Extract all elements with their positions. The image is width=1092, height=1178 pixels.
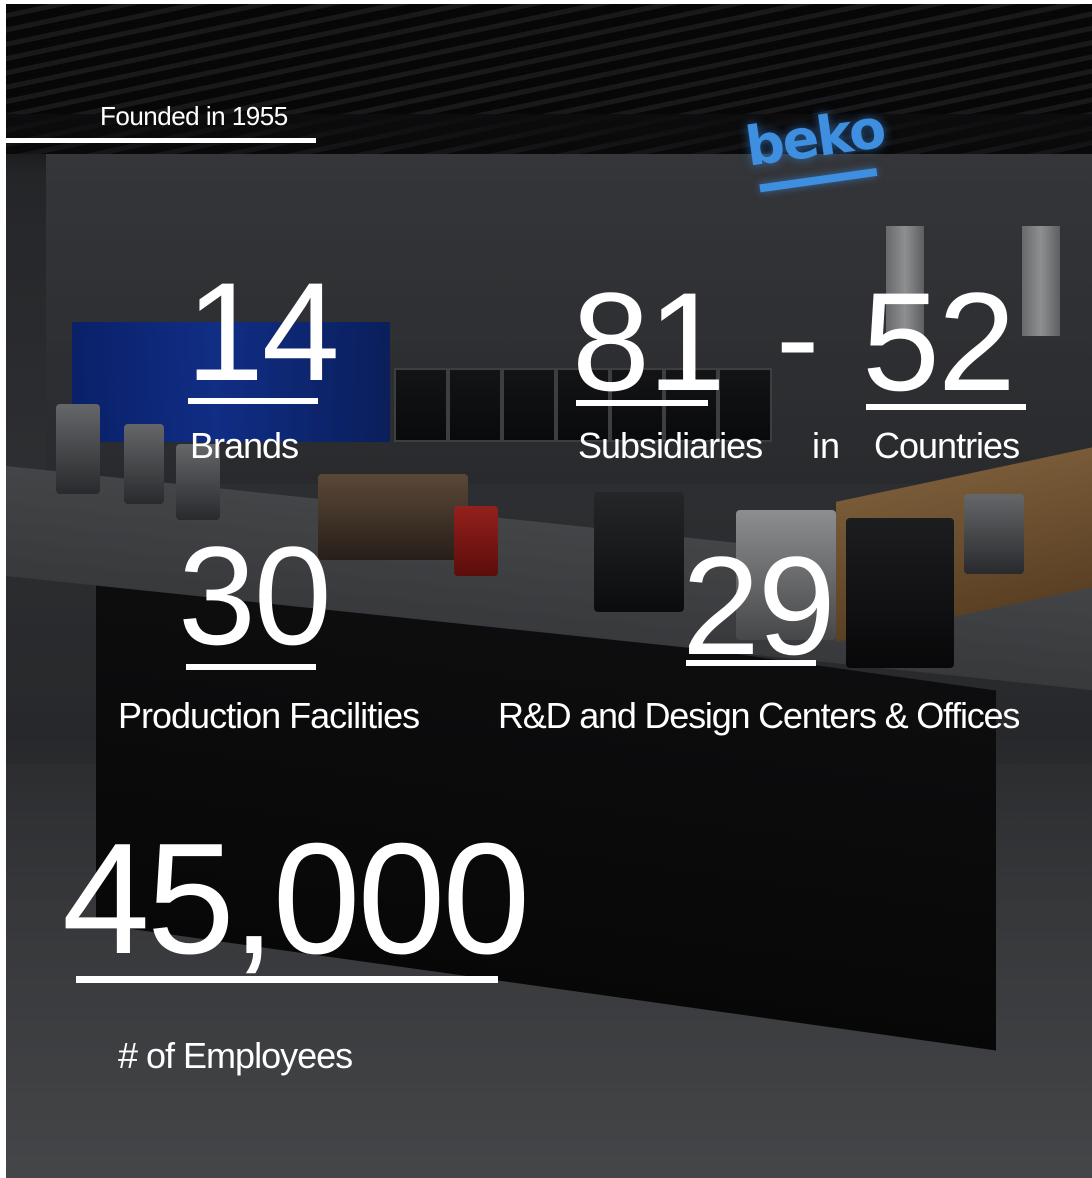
subsidiaries-value: 81 [572, 263, 726, 420]
subsidiaries-underline [576, 400, 708, 406]
subsidiaries-label: Subsidiaries [578, 425, 763, 466]
dash-separator: - [776, 264, 819, 410]
countries-label: Countries [874, 425, 1020, 466]
showroom-photo [6, 4, 1092, 1178]
photo-dimming-overlay [6, 4, 1092, 1178]
employees-value: 45,000 [62, 811, 530, 987]
brands-label: Brands [190, 425, 299, 466]
employees-label: # of Employees [118, 1035, 353, 1076]
rnd-underline [686, 660, 816, 666]
infographic: beko Founded in 1955 14 Brands 81 - 52 S… [0, 0, 1092, 1178]
countries-value: 52 [862, 263, 1016, 420]
rnd-value: 29 [682, 527, 836, 684]
rnd-label: R&D and Design Centers & Offices [498, 695, 1020, 736]
production-underline [186, 664, 316, 670]
production-label: Production Facilities [118, 695, 420, 736]
brands-underline [188, 398, 318, 404]
founded-underline [0, 138, 316, 143]
brands-value: 14 [186, 253, 340, 410]
production-value: 30 [178, 517, 332, 674]
employees-underline [76, 976, 498, 983]
in-label: in [812, 425, 841, 466]
beko-logo: beko [742, 97, 894, 214]
countries-underline [866, 404, 1026, 410]
founded-label: Founded in 1955 [100, 101, 288, 131]
